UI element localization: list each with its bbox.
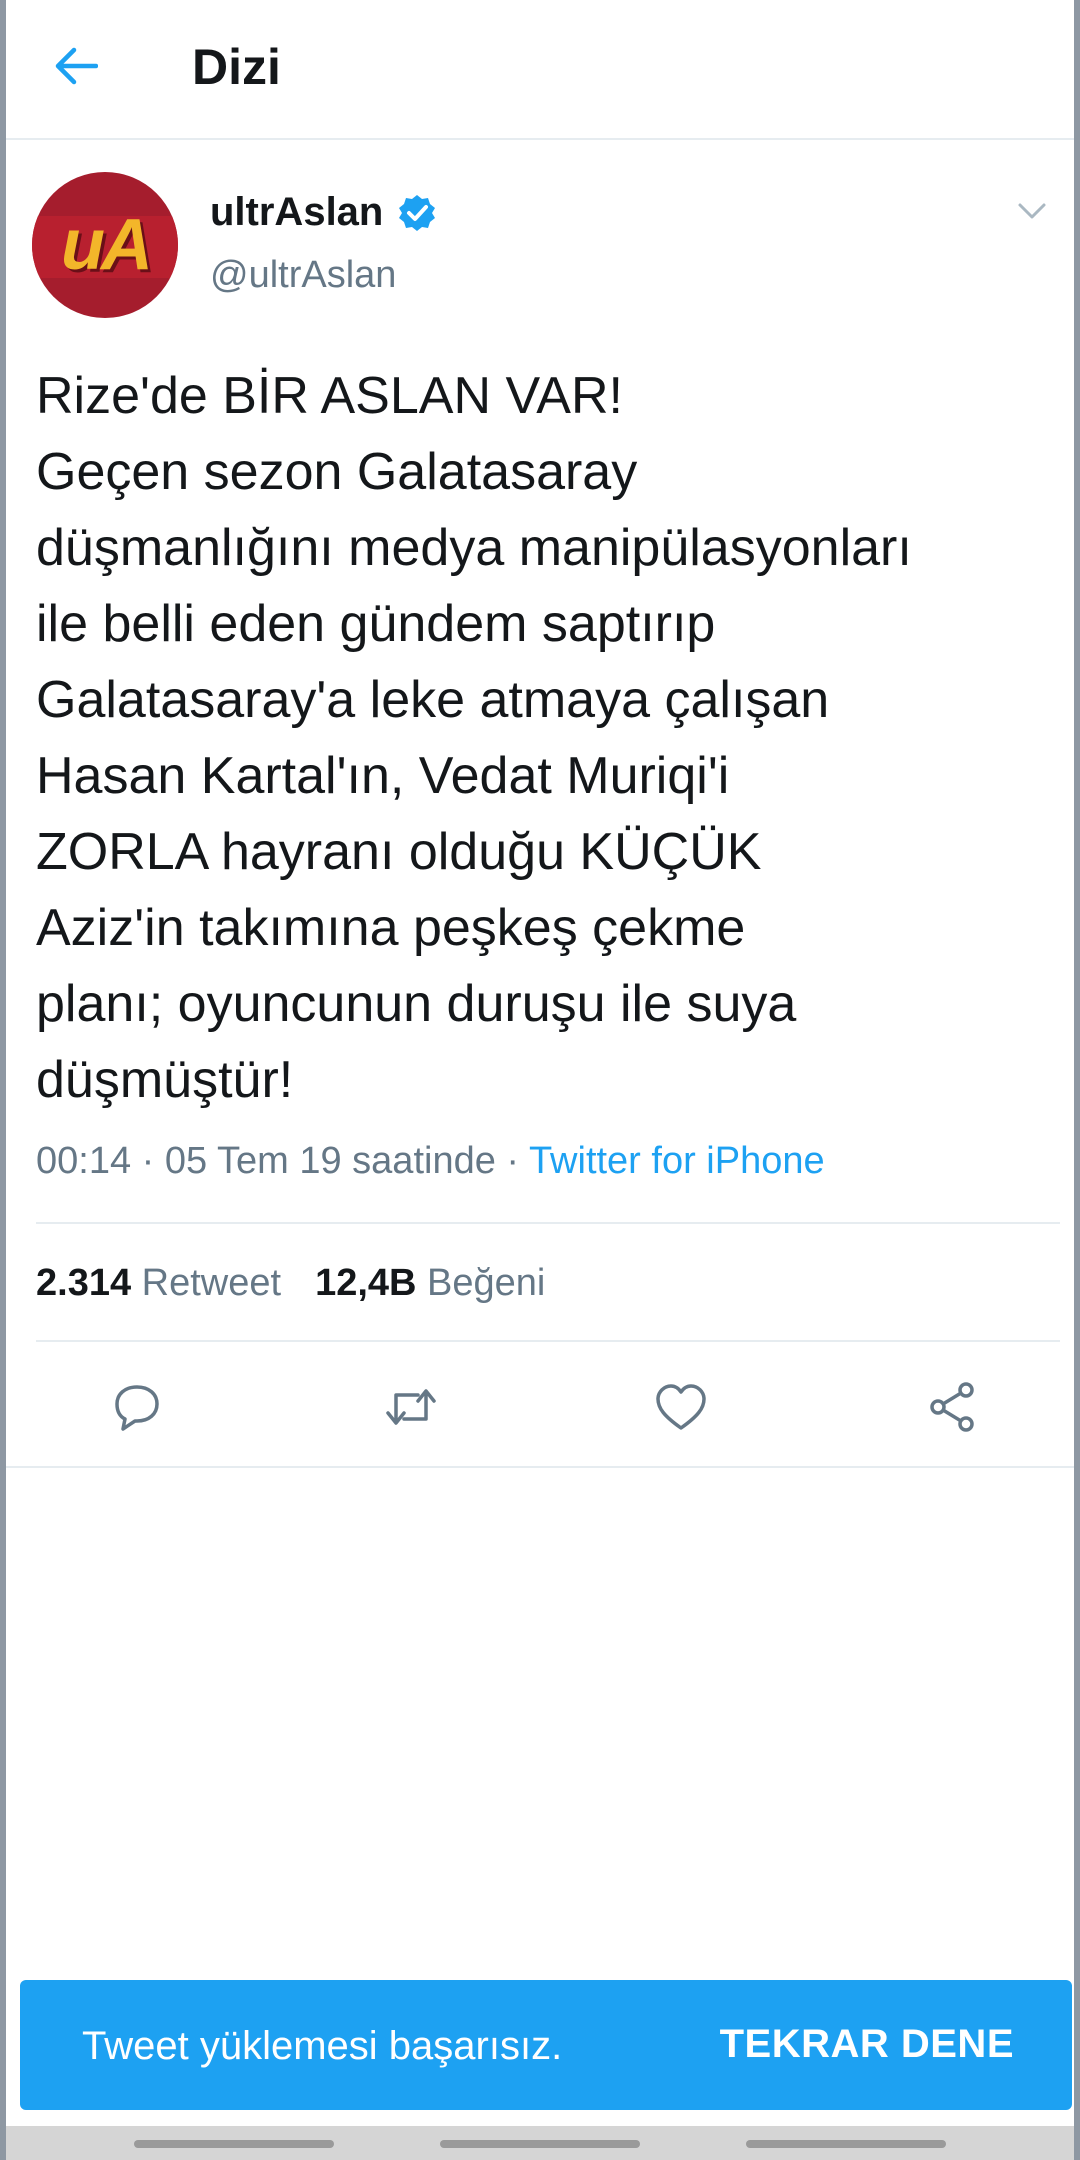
top-app-bar: Dizi: [6, 0, 1074, 140]
divider: [6, 1466, 1074, 1468]
like-button[interactable]: [646, 1372, 716, 1442]
retweet-label: Retweet: [141, 1262, 282, 1304]
heart-icon: [656, 1384, 706, 1430]
tweet-menu-button[interactable]: [1012, 196, 1052, 226]
tweet-timestamp: 00:14 · 05 Tem 19 saatinde · Twitter for…: [36, 1140, 825, 1183]
avatar[interactable]: uA: [32, 172, 178, 318]
like-label: Beğeni: [427, 1262, 546, 1304]
retweet-button[interactable]: [376, 1372, 446, 1442]
timestamp-text: 00:14 · 05 Tem 19 saatinde ·: [36, 1140, 529, 1182]
tweet-action-bar: [6, 1372, 1074, 1442]
chevron-down-icon: [1018, 203, 1046, 219]
reply-icon: [115, 1385, 159, 1431]
error-snackbar: Tweet yüklemesi başarısız. TEKRAR DENE: [20, 1980, 1072, 2110]
author-handle[interactable]: @ultrAslan: [210, 254, 396, 297]
tweet-line: Galatasaray'a leke atmaya çalışan: [36, 671, 830, 729]
share-button[interactable]: [918, 1372, 988, 1442]
arrow-left-icon: [55, 47, 98, 85]
tweet-source-link[interactable]: Twitter for iPhone: [529, 1140, 825, 1182]
tweet-line: Rize'de BİR ASLAN VAR!: [36, 367, 623, 425]
tweet-line: Hasan Kartal'ın, Vedat Muriqi'i: [36, 747, 730, 805]
nav-pill[interactable]: [746, 2140, 946, 2148]
retry-button[interactable]: TEKRAR DENE: [720, 2022, 1014, 2067]
verified-badge-icon: [399, 194, 436, 231]
nav-pill[interactable]: [134, 2140, 334, 2148]
tweet-line: Geçen sezon Galatasaray: [36, 443, 638, 501]
tweet-line: düşmüştür!: [36, 1051, 294, 1109]
author-display-name[interactable]: ultrAslan: [210, 190, 437, 235]
page-title: Dizi: [192, 39, 281, 95]
avatar-logo-text: uA: [61, 205, 153, 285]
like-count: 12,4B: [315, 1262, 417, 1304]
nav-pill[interactable]: [440, 2140, 640, 2148]
divider: [36, 1222, 1060, 1224]
snackbar-message: Tweet yüklemesi başarısız.: [82, 2024, 563, 2068]
like-stat[interactable]: 12,4B Beğeni: [315, 1262, 545, 1304]
retweet-stat[interactable]: 2.314 Retweet: [36, 1262, 281, 1304]
tweet-line: planı; oyuncunun duruşu ile suya: [36, 975, 797, 1033]
reply-button[interactable]: [102, 1372, 172, 1442]
back-button[interactable]: [50, 40, 102, 92]
tweet-text: Rize'de BİR ASLAN VAR! Geçen sezon Galat…: [36, 358, 1066, 1118]
tweet-stats: 2.314 Retweet 12,4B Beğeni: [36, 1262, 545, 1305]
retweet-count: 2.314: [36, 1262, 132, 1304]
share-icon: [930, 1382, 974, 1432]
tweet-line: düşmanlığını medya manipülasyonları: [36, 519, 912, 577]
tweet-line: Aziz'in takımına peşkeş çekme: [36, 899, 746, 957]
retweet-icon: [386, 1389, 436, 1425]
divider: [36, 1340, 1060, 1342]
tweet-line: ZORLA hayranı olduğu KÜÇÜK: [36, 823, 762, 881]
system-navigation-bar: [6, 2126, 1074, 2160]
screen: Dizi uA ultrAslan @ultrAslan Rize'de BİR…: [0, 0, 1080, 2160]
display-name-text: ultrAslan: [210, 190, 384, 234]
tweet-line: ile belli eden gündem saptırıp: [36, 595, 716, 653]
